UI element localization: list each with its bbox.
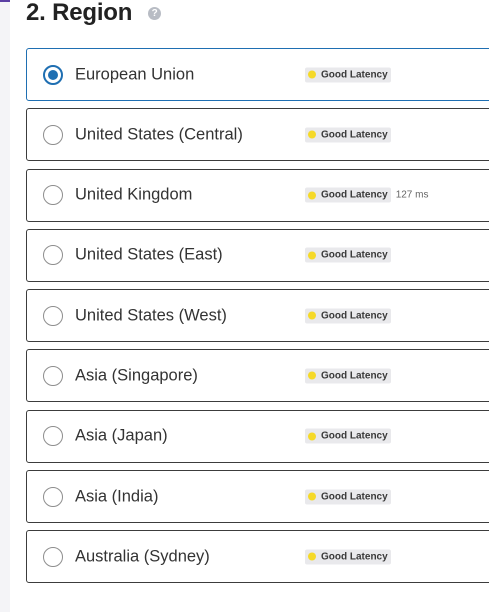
radio-button[interactable] xyxy=(43,305,63,326)
latency-label: Good Latency xyxy=(321,551,388,563)
radio-button[interactable] xyxy=(43,546,63,567)
region-name: Asia (India) xyxy=(75,487,159,506)
radio-button[interactable] xyxy=(43,486,63,507)
region-name: United States (Central) xyxy=(75,125,243,144)
radio-button[interactable] xyxy=(43,245,63,266)
latency-indicator: Good Latency xyxy=(305,428,396,444)
latency-badge: Good Latency xyxy=(305,247,391,263)
latency-dot-icon xyxy=(308,70,316,79)
section-title: 2. Region xyxy=(26,0,133,26)
latency-label: Good Latency xyxy=(321,249,388,261)
latency-label: Good Latency xyxy=(321,310,388,322)
latency-badge: Good Latency xyxy=(305,67,391,82)
latency-badge: Good Latency xyxy=(305,428,391,444)
latency-label: Good Latency xyxy=(321,129,388,141)
latency-dot-icon xyxy=(308,552,316,561)
latency-indicator: Good Latency xyxy=(305,127,396,143)
question-mark-icon[interactable]: ? xyxy=(148,7,162,20)
latency-dot-icon xyxy=(308,371,316,380)
latency-label: Good Latency xyxy=(321,370,388,382)
radio-button[interactable] xyxy=(43,365,63,386)
region-name: Asia (Japan) xyxy=(75,426,168,445)
latency-dot-icon xyxy=(308,432,316,441)
latency-dot-icon xyxy=(308,492,316,501)
region-option[interactable]: European Union Good Latency xyxy=(26,48,489,101)
region-name: Australia (Sydney) xyxy=(75,547,210,566)
latency-indicator: Good Latency 127 ms xyxy=(305,187,429,203)
latency-dot-icon xyxy=(308,311,316,320)
region-option[interactable]: United States (East) Good Latency xyxy=(26,228,489,282)
latency-indicator: Good Latency xyxy=(305,549,396,565)
radio-button[interactable] xyxy=(43,426,63,447)
region-name: United Kingdom xyxy=(75,185,193,204)
radio-button[interactable] xyxy=(43,124,63,145)
radio-button[interactable] xyxy=(43,64,63,85)
latency-dot-icon xyxy=(308,191,316,200)
latency-label: Good Latency xyxy=(321,491,388,503)
region-option[interactable]: United States (West) Good Latency xyxy=(26,289,489,343)
latency-indicator: Good Latency xyxy=(305,308,396,324)
latency-label: Good Latency xyxy=(321,69,388,80)
radio-button[interactable] xyxy=(43,185,63,206)
latency-badge: Good Latency xyxy=(305,127,391,143)
latency-indicator: Good Latency xyxy=(305,67,396,82)
region-option[interactable]: United States (Central) Good Latency xyxy=(26,108,489,162)
latency-dot-icon xyxy=(308,130,316,139)
latency-badge: Good Latency xyxy=(305,187,391,203)
region-name: United States (East) xyxy=(75,245,223,264)
latency-label: Good Latency xyxy=(321,430,388,442)
region-option[interactable]: Australia (Sydney) Good Latency xyxy=(26,530,489,584)
region-name: European Union xyxy=(75,65,195,83)
region-options-list: European Union Good Latency United State… xyxy=(26,48,489,591)
region-option[interactable]: Asia (India) Good Latency xyxy=(26,470,489,524)
region-option[interactable]: Asia (Japan) Good Latency xyxy=(26,409,489,463)
latency-indicator: Good Latency xyxy=(305,247,396,263)
latency-badge: Good Latency xyxy=(305,489,391,505)
latency-badge: Good Latency xyxy=(305,549,391,565)
latency-ms: 127 ms xyxy=(395,189,429,201)
latency-badge: Good Latency xyxy=(305,308,391,324)
region-option[interactable]: Asia (Singapore) Good Latency xyxy=(26,349,489,403)
latency-indicator: Good Latency xyxy=(305,368,396,384)
section-header: 2. Region ? xyxy=(26,0,162,26)
latency-badge: Good Latency xyxy=(305,368,391,384)
latency-label: Good Latency xyxy=(321,189,388,201)
latency-indicator: Good Latency xyxy=(305,489,396,505)
region-name: Asia (Singapore) xyxy=(75,366,198,385)
region-option[interactable]: United Kingdom Good Latency 127 ms xyxy=(26,168,489,222)
region-name: United States (West) xyxy=(75,306,227,325)
latency-dot-icon xyxy=(308,251,316,260)
